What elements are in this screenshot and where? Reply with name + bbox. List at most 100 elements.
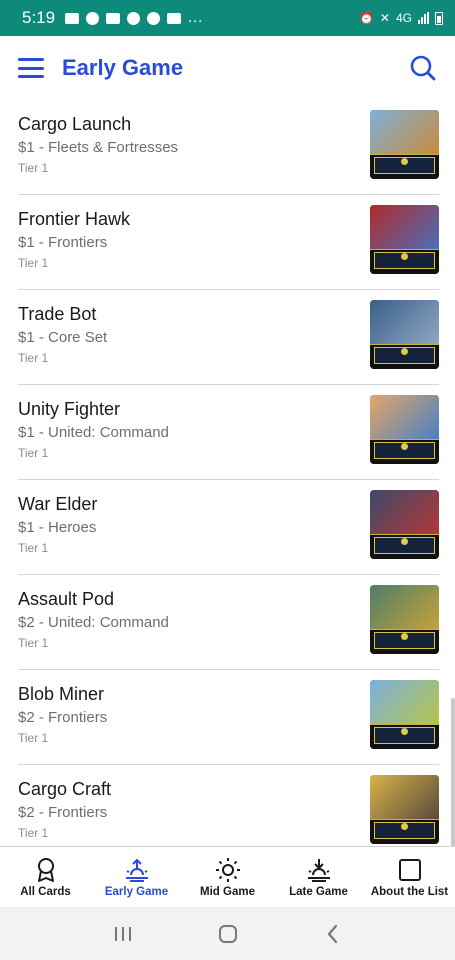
- card-gem-icon: [401, 728, 408, 735]
- card-art: [370, 110, 439, 154]
- nav-item-all-cards[interactable]: All Cards: [0, 847, 91, 907]
- card-art: [370, 775, 439, 819]
- card-name: Cargo Craft: [18, 779, 112, 799]
- system-status-icons: ⏰ ✕ 4G: [359, 11, 443, 25]
- card-name: Unity Fighter: [18, 399, 121, 419]
- recent-apps-icon: [114, 926, 131, 941]
- page-title: Early Game: [62, 55, 184, 80]
- home-button[interactable]: [213, 919, 243, 949]
- card-gem-icon: [401, 633, 408, 640]
- menu-button[interactable]: [18, 58, 44, 78]
- sunrise-icon: [125, 858, 148, 882]
- nav-item-late-game[interactable]: Late Game: [273, 847, 364, 907]
- message-icon: [65, 12, 80, 24]
- list-item[interactable]: Trade Bot $1 - Core Set Tier 1: [18, 290, 439, 385]
- app-notification-icon: [147, 11, 161, 25]
- settings-notification-icon: [127, 11, 141, 25]
- card-art: [370, 395, 439, 439]
- list-item[interactable]: Assault Pod $2 - United: Command Tier 1: [18, 575, 439, 670]
- card-thumbnail[interactable]: [370, 490, 439, 559]
- recent-apps-button[interactable]: [108, 919, 138, 949]
- card-thumbnail[interactable]: [370, 300, 439, 369]
- award-icon: [37, 858, 54, 882]
- list-item[interactable]: Unity Fighter $1 - United: Command Tier …: [18, 385, 439, 480]
- list-item[interactable]: War Elder $1 - Heroes Tier 1: [18, 480, 439, 575]
- mute-icon: ✕: [379, 11, 390, 25]
- card-cost-set: $1 - Frontiers: [18, 234, 108, 251]
- card-name: Assault Pod: [18, 589, 115, 609]
- notification-icons: [65, 11, 182, 25]
- system-navigation: [0, 907, 455, 960]
- card-tier: Tier 1: [18, 826, 49, 840]
- card-gem-icon: [401, 443, 408, 450]
- sun-icon: [215, 858, 240, 882]
- menu-icon: [18, 58, 44, 61]
- card-tier: Tier 1: [18, 731, 49, 745]
- card-tier: Tier 1: [18, 161, 49, 175]
- signal-icon: [418, 12, 429, 24]
- back-button[interactable]: [318, 919, 348, 949]
- status-bar: 5:19 … ⏰ ✕ 4G: [0, 0, 455, 36]
- card-thumbnail[interactable]: [370, 205, 439, 274]
- card-art: [370, 300, 439, 344]
- card-gem-icon: [401, 538, 408, 545]
- card-cost-set: $2 - United: Command: [18, 614, 169, 631]
- list-item[interactable]: Cargo Craft $2 - Frontiers Tier 1: [18, 765, 439, 846]
- card-gem-icon: [401, 253, 408, 260]
- card-tier: Tier 1: [18, 351, 49, 365]
- network-type: 4G: [395, 11, 412, 25]
- mail-icon: [106, 12, 121, 24]
- nav-label: Early Game: [104, 886, 169, 898]
- card-tier: Tier 1: [18, 636, 49, 650]
- nav-item-early-game[interactable]: Early Game: [91, 847, 182, 907]
- card-tier: Tier 1: [18, 541, 49, 555]
- card-list[interactable]: Cargo Launch $1 - Fleets & Fortresses Ti…: [0, 100, 455, 846]
- card-name: Cargo Launch: [18, 114, 132, 134]
- card-gem-icon: [401, 823, 408, 830]
- card-tier: Tier 1: [18, 256, 49, 270]
- card-thumbnail[interactable]: [370, 775, 439, 844]
- nav-item-mid-game[interactable]: Mid Game: [182, 847, 273, 907]
- nav-label: Late Game: [289, 886, 348, 898]
- mail-icon: [167, 12, 182, 24]
- card-name: War Elder: [18, 494, 98, 514]
- card-cost-set: $1 - Core Set: [18, 329, 108, 346]
- card-cost-set: $2 - Frontiers: [18, 804, 108, 821]
- menu-icon-line: [18, 66, 44, 70]
- nav-label: All Cards: [20, 886, 71, 898]
- battery-icon: [435, 11, 443, 25]
- card-tier: Tier 1: [18, 446, 49, 460]
- nav-label: Mid Game: [200, 886, 255, 898]
- card-thumbnail[interactable]: [370, 395, 439, 464]
- card-name: Blob Miner: [18, 684, 105, 704]
- card-gem-icon: [401, 158, 408, 165]
- nav-item-about-the-list[interactable]: About the List: [364, 847, 455, 907]
- list-item[interactable]: Cargo Launch $1 - Fleets & Fortresses Ti…: [18, 100, 439, 195]
- alarm-icon: ⏰: [358, 11, 374, 25]
- card-gem-icon: [401, 348, 408, 355]
- card-name: Frontier Hawk: [18, 209, 131, 229]
- app-notification-icon: [86, 11, 100, 25]
- card-art: [370, 585, 439, 629]
- home-icon: [218, 924, 237, 943]
- sunset-icon: [307, 859, 330, 882]
- search-icon[interactable]: [409, 54, 437, 82]
- nav-label: About the List: [370, 886, 449, 898]
- back-icon: [327, 924, 337, 943]
- card-cost-set: $1 - United: Command: [18, 424, 169, 441]
- list-item[interactable]: Blob Miner $2 - Frontiers Tier 1: [18, 670, 439, 765]
- card-thumbnail[interactable]: [370, 585, 439, 654]
- card-cost-set: $1 - Fleets & Fortresses: [18, 139, 179, 156]
- square-icon: [398, 859, 421, 881]
- app-bar: Early Game: [0, 36, 455, 100]
- card-art: [370, 490, 439, 534]
- menu-icon-line: [18, 75, 44, 78]
- status-time: 5:19: [22, 8, 56, 27]
- more-notifications-icon: …: [187, 9, 205, 26]
- card-art: [370, 205, 439, 249]
- list-item[interactable]: Frontier Hawk $1 - Frontiers Tier 1: [18, 195, 439, 290]
- card-cost-set: $2 - Frontiers: [18, 709, 108, 726]
- card-name: Trade Bot: [18, 304, 97, 324]
- card-thumbnail[interactable]: [370, 680, 439, 749]
- card-thumbnail[interactable]: [370, 110, 439, 179]
